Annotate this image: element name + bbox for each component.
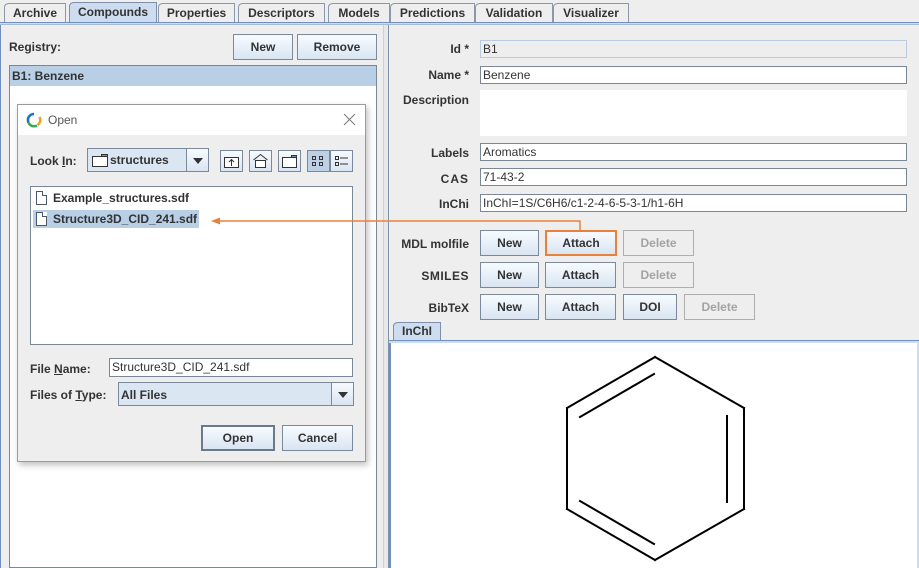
mdl-delete-button: Delete: [623, 230, 694, 256]
file-icon: [36, 191, 47, 205]
id-label: Id *: [450, 42, 469, 56]
bibtex-label: BibTeX: [428, 301, 469, 315]
file-icon: [36, 212, 47, 226]
file-name: Example_structures.sdf: [53, 191, 190, 205]
folder-up-icon: [224, 157, 239, 168]
list-view-button[interactable]: [307, 150, 330, 172]
folder-icon: [92, 154, 108, 167]
look-in-label: Look In:: [30, 154, 77, 168]
tab-descriptors[interactable]: Descriptors: [238, 3, 325, 23]
benzene-structure: [565, 355, 746, 562]
files-of-type-combo[interactable]: All Files: [118, 382, 354, 406]
double-bond-inner-1: [578, 372, 656, 419]
files-of-type-value: All Files: [121, 388, 168, 402]
dialog-title: Open: [48, 113, 78, 127]
name-field[interactable]: Benzene: [480, 66, 907, 84]
smiles-label: SMILES: [421, 269, 469, 283]
tab-validation[interactable]: Validation: [475, 3, 553, 23]
bond-1: [653, 355, 746, 410]
home-icon: [253, 153, 268, 168]
compound-form-panel: Id * B1 Name * Benzene Description Label…: [388, 25, 919, 568]
look-in-combo[interactable]: structures: [87, 148, 209, 172]
mdl-molfile-label: MDL molfile: [401, 237, 469, 251]
file-name-input[interactable]: Structure3D_CID_241.sdf: [109, 358, 353, 377]
name-label: Name *: [428, 68, 469, 82]
files-of-type-label: Files of Type:: [30, 388, 107, 402]
labels-label: Labels: [430, 146, 469, 160]
registry-label: Registry:: [9, 40, 62, 54]
file-item[interactable]: Example_structures.sdf: [33, 189, 191, 207]
look-in-value: structures: [110, 153, 169, 167]
open-button[interactable]: Open: [201, 425, 275, 451]
cas-label: CAS: [440, 172, 469, 186]
open-file-dialog: Open Look In: structures Example_structu…: [17, 104, 366, 462]
smiles-new-button[interactable]: New: [480, 262, 539, 288]
bibtex-attach-button[interactable]: Attach: [545, 294, 616, 320]
chevron-down-icon[interactable]: [331, 383, 353, 405]
new-folder-icon: [282, 155, 297, 168]
bibtex-doi-button[interactable]: DOI: [623, 294, 677, 320]
registry-remove-button[interactable]: Remove: [297, 34, 377, 60]
file-name: Structure3D_CID_241.sdf: [53, 212, 198, 226]
bond-6: [565, 355, 657, 410]
file-list[interactable]: Example_structures.sdf Structure3D_CID_2…: [30, 186, 353, 345]
inchi-label: InChi: [439, 197, 469, 211]
bibtex-new-button[interactable]: New: [480, 294, 539, 320]
details-view-icon: [335, 156, 348, 166]
registry-new-button[interactable]: New: [233, 34, 293, 60]
smiles-delete-button: Delete: [623, 262, 694, 288]
cas-field[interactable]: 71-43-2: [480, 168, 907, 186]
viewer-tab-inchi[interactable]: InChI: [393, 322, 441, 341]
tab-compounds[interactable]: Compounds: [69, 2, 157, 23]
tab-predictions[interactable]: Predictions: [390, 3, 475, 23]
structure-viewer[interactable]: [389, 343, 919, 568]
dialog-title-bar[interactable]: Open: [18, 105, 365, 135]
bibtex-delete-button: Delete: [684, 294, 755, 320]
bond-4: [565, 507, 657, 562]
up-one-level-button[interactable]: [220, 150, 243, 172]
mdl-attach-button[interactable]: Attach: [545, 230, 617, 256]
file-item-selected[interactable]: Structure3D_CID_241.sdf: [33, 210, 200, 228]
description-field[interactable]: [480, 90, 907, 136]
smiles-attach-button[interactable]: Attach: [545, 262, 616, 288]
main-tab-bar: Archive Compounds Properties Descriptors…: [0, 0, 919, 25]
tab-models[interactable]: Models: [328, 3, 390, 23]
inchi-field[interactable]: InChI=1S/C6H6/c1-2-4-6-5-3-1/h1-6H: [480, 194, 907, 212]
tab-properties[interactable]: Properties: [158, 3, 235, 23]
list-view-icon: [312, 156, 323, 166]
app-logo-icon: [26, 112, 42, 128]
id-field[interactable]: B1: [480, 40, 907, 58]
description-label: Description: [402, 93, 469, 107]
close-icon[interactable]: [343, 113, 356, 126]
file-name-label: File Name:: [30, 362, 91, 376]
registry-item-b1[interactable]: B1: Benzene: [10, 66, 376, 86]
tab-visualizer[interactable]: Visualizer: [553, 3, 629, 23]
labels-field[interactable]: Aromatics: [480, 143, 907, 161]
new-folder-button[interactable]: [278, 150, 301, 172]
chevron-down-icon[interactable]: [186, 149, 208, 171]
details-view-button[interactable]: [330, 150, 353, 172]
mdl-new-button[interactable]: New: [480, 230, 539, 256]
home-button[interactable]: [249, 150, 272, 172]
tab-archive[interactable]: Archive: [4, 3, 66, 23]
bond-3: [653, 507, 746, 562]
cancel-button[interactable]: Cancel: [282, 425, 353, 451]
